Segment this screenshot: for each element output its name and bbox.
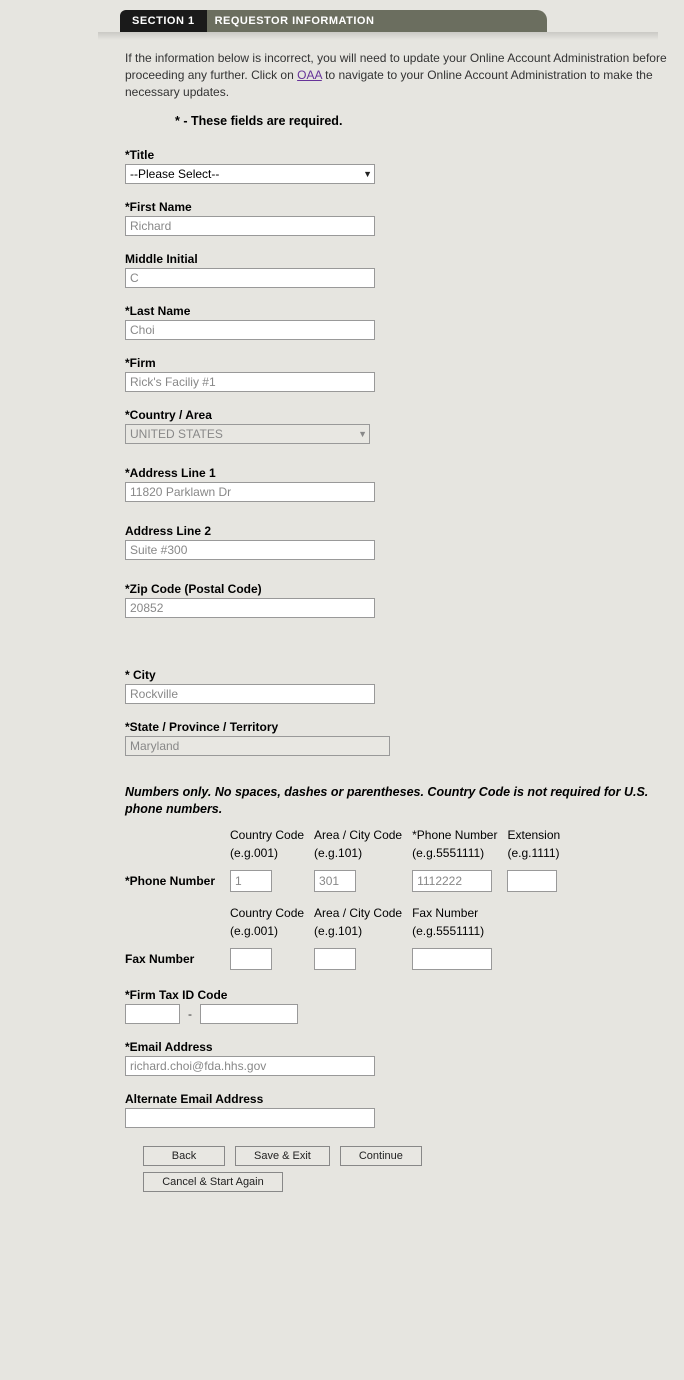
last-name-input[interactable] [125, 320, 375, 340]
section-tab-number: SECTION 1 [120, 10, 207, 32]
firm-tax-label: *Firm Tax ID Code [125, 988, 684, 1002]
phone-ext-input[interactable] [507, 870, 557, 892]
city-input[interactable] [125, 684, 375, 704]
phone-area-header: Area / City Code [314, 828, 412, 844]
alt-email-label: Alternate Email Address [125, 1092, 684, 1106]
first-name-input[interactable] [125, 216, 375, 236]
phone-row-label: *Phone Number [125, 868, 230, 894]
country-select[interactable] [125, 424, 370, 444]
fax-number-hint: (e.g.5551111) [412, 922, 507, 946]
firm-tax-a-input[interactable] [125, 1004, 180, 1024]
address2-input[interactable] [125, 540, 375, 560]
city-label: * City [125, 668, 684, 682]
email-label: *Email Address [125, 1040, 684, 1054]
back-button[interactable]: Back [143, 1146, 225, 1166]
country-label: *Country / Area [125, 408, 684, 422]
required-fields-note: * - These fields are required. [175, 114, 684, 128]
state-label: *State / Province / Territory [125, 720, 684, 734]
section-tab-title: REQUESTOR INFORMATION [207, 10, 547, 32]
phone-format-note: Numbers only. No spaces, dashes or paren… [125, 784, 684, 818]
fax-country-header: Country Code [230, 906, 314, 922]
tax-separator: - [188, 1007, 192, 1021]
firm-tax-b-input[interactable] [200, 1004, 298, 1024]
phone-number-hint: (e.g.5551111) [412, 844, 507, 868]
fax-area-hint: (e.g.101) [314, 922, 412, 946]
header-shadow [98, 32, 658, 40]
fax-number-header: Fax Number [412, 906, 507, 922]
fax-area-header: Area / City Code [314, 906, 412, 922]
state-input[interactable] [125, 736, 390, 756]
firm-input[interactable] [125, 372, 375, 392]
middle-initial-input[interactable] [125, 268, 375, 288]
section-header: SECTION 1 REQUESTOR INFORMATION [120, 10, 684, 32]
phone-area-hint: (e.g.101) [314, 844, 412, 868]
middle-initial-label: Middle Initial [125, 252, 684, 266]
address1-label: *Address Line 1 [125, 466, 684, 480]
first-name-label: *First Name [125, 200, 684, 214]
address1-input[interactable] [125, 482, 375, 502]
last-name-label: *Last Name [125, 304, 684, 318]
phone-number-header: *Phone Number [412, 828, 507, 844]
fax-country-input[interactable] [230, 948, 272, 970]
phone-ext-header: Extension [507, 828, 570, 844]
email-input[interactable] [125, 1056, 375, 1076]
instructions-text: If the information below is incorrect, y… [125, 50, 684, 100]
phone-number-input[interactable] [412, 870, 492, 892]
firm-label: *Firm [125, 356, 684, 370]
continue-button[interactable]: Continue [340, 1146, 422, 1166]
address2-label: Address Line 2 [125, 524, 684, 538]
phone-country-header: Country Code [230, 828, 314, 844]
oaa-link[interactable]: OAA [297, 68, 322, 82]
phone-country-hint: (e.g.001) [230, 844, 314, 868]
phone-area-input[interactable] [314, 870, 356, 892]
fax-row-label: Fax Number [125, 946, 230, 972]
fax-area-input[interactable] [314, 948, 356, 970]
fax-country-hint: (e.g.001) [230, 922, 314, 946]
cancel-start-again-button[interactable]: Cancel & Start Again [143, 1172, 283, 1192]
alt-email-input[interactable] [125, 1108, 375, 1128]
phone-country-input[interactable] [230, 870, 272, 892]
save-exit-button[interactable]: Save & Exit [235, 1146, 330, 1166]
title-select[interactable] [125, 164, 375, 184]
title-label: *Title [125, 148, 684, 162]
phone-ext-hint: (e.g.1111) [507, 844, 570, 868]
zip-input[interactable] [125, 598, 375, 618]
fax-number-input[interactable] [412, 948, 492, 970]
zip-label: *Zip Code (Postal Code) [125, 582, 684, 596]
